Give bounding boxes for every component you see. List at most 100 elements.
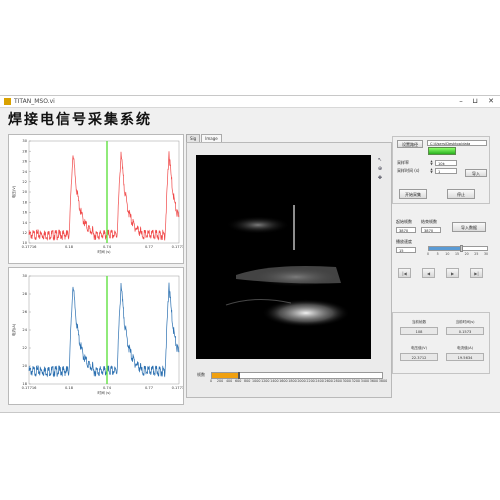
play-speed-slider-fill bbox=[429, 247, 461, 250]
frame-tick-label: 3600 bbox=[369, 379, 379, 383]
waveform-line bbox=[28, 151, 180, 241]
sample-time-label: 采样时间 (s) bbox=[397, 168, 420, 173]
stop-button[interactable]: 停止 bbox=[447, 189, 475, 199]
stats-group: 当前帧数 当前时间(s) 108 0.1573 电压值(V) 电流值(A) 22… bbox=[392, 312, 490, 374]
import-button-top[interactable]: 导入 bbox=[465, 169, 487, 177]
voltage-value-label: 电压值(V) bbox=[410, 346, 428, 350]
app-window: TITAN_MSO.vi – ⊔ ✕ 焊接电信号采集系统 30 28 26 24 22 2… bbox=[0, 95, 500, 413]
sample-rate-spinner-icon[interactable]: ▲ ▼ bbox=[429, 160, 434, 166]
play-tick-label: 10 bbox=[445, 252, 450, 256]
y-tick-label: 20 bbox=[22, 190, 27, 194]
voltage-value: 22.3712 bbox=[400, 353, 438, 361]
image-panel: ↖ ⊕ ✥ 帧数 0 200 400 600 800 1000 1200 1400 1600 18… bbox=[186, 142, 392, 398]
y-tick-label: 30 bbox=[22, 274, 27, 278]
x-axis-label: 时间 (s) bbox=[97, 390, 111, 395]
current-value-label: 电流值(A) bbox=[456, 346, 474, 350]
frame-tick-label: 1200 bbox=[261, 379, 270, 383]
start-frame-label: 起始帧数 bbox=[396, 219, 412, 224]
frame-tick-label: 2800 bbox=[333, 379, 342, 383]
frame-tick-label: 200 bbox=[216, 379, 224, 383]
y-tick-label: 26 bbox=[22, 310, 27, 314]
x-axis-label: 时间 (s) bbox=[97, 249, 111, 254]
prev-frame-button[interactable]: ◀ bbox=[422, 268, 435, 278]
y-tick-label: 12 bbox=[22, 231, 27, 235]
y-tick-label: 30 bbox=[22, 139, 27, 143]
play-tick-label: 25 bbox=[474, 252, 479, 256]
y-tick-label: 22 bbox=[22, 180, 27, 184]
waveform-line bbox=[28, 282, 180, 378]
current-frame-value: 108 bbox=[400, 327, 438, 335]
frame-slider-label: 帧数 bbox=[197, 372, 205, 377]
frame-tick-label: 2000 bbox=[297, 379, 306, 383]
set-path-button[interactable]: 设置路径 bbox=[397, 140, 423, 148]
y-axis-label: 电流(A) bbox=[11, 323, 16, 336]
x-tick-label: 0.17733 bbox=[172, 386, 183, 390]
frame-tick-label: 2200 bbox=[306, 379, 315, 383]
status-led bbox=[428, 147, 456, 155]
tab-image[interactable]: Image bbox=[201, 134, 222, 142]
minimize-button[interactable]: – bbox=[454, 96, 468, 107]
sample-time-field[interactable]: 1 bbox=[435, 168, 457, 174]
current-chart[interactable]: 30 28 26 24 22 20 18 电流(A) 0.17716 0.18 0.74 0.77 0.… bbox=[8, 267, 184, 405]
y-tick-label: 14 bbox=[22, 221, 27, 225]
frame-tick-label: 3200 bbox=[351, 379, 361, 383]
current-value: 19.5634 bbox=[446, 353, 484, 361]
x-tick-label: 0.18 bbox=[65, 245, 74, 249]
tab-sig[interactable]: Sig bbox=[186, 134, 201, 142]
last-frame-button[interactable]: ▶| bbox=[470, 268, 483, 278]
frame-slider-fill bbox=[212, 373, 238, 378]
frame-tick-label: 1000 bbox=[252, 379, 261, 383]
y-tick-label: 20 bbox=[22, 364, 27, 368]
end-frame-label: 结束帧数 bbox=[421, 219, 437, 224]
frame-tick-label: 3800 bbox=[378, 379, 388, 383]
control-panel: 设置路径 C:\Users\Desktop\data 采样率 ▲ ▼ 10k 导入… bbox=[392, 136, 492, 408]
y-tick-label: 26 bbox=[22, 160, 27, 164]
frame-tick-label: 1800 bbox=[288, 379, 297, 383]
frame-tick-label: 1600 bbox=[279, 379, 288, 383]
x-tick-label: 0.74 bbox=[103, 386, 112, 390]
frame-slider-thumb[interactable] bbox=[237, 372, 240, 379]
play-tick-label: 15 bbox=[454, 252, 460, 256]
close-button[interactable]: ✕ bbox=[484, 96, 498, 107]
save-path-field[interactable]: C:\Users\Desktop\data bbox=[427, 140, 487, 146]
sample-time-spinner-icon[interactable]: ▲ ▼ bbox=[429, 168, 434, 174]
first-frame-button[interactable]: |◀ bbox=[398, 268, 411, 278]
voltage-chart[interactable]: 30 28 26 24 22 20 18 16 14 12 10 电压(V) 0.17716 0.18 0.… bbox=[8, 134, 184, 264]
playback-group: 起始帧数 结束帧数 3870 3870 导入数据 播放速度 15 0 5 10 15 2… bbox=[392, 216, 490, 316]
frame-tick-label: 3000 bbox=[342, 379, 351, 383]
weld-pool-image[interactable] bbox=[196, 155, 371, 359]
restore-button[interactable]: ⊔ bbox=[468, 96, 482, 107]
y-tick-label: 16 bbox=[22, 211, 27, 215]
image-tools: ↖ ⊕ ✥ bbox=[377, 157, 385, 184]
sample-rate-label: 采样率 bbox=[397, 160, 409, 165]
play-tick-label: 5 bbox=[436, 252, 439, 256]
frame-tick-label: 0 bbox=[209, 379, 213, 383]
next-frame-button[interactable]: ▶ bbox=[446, 268, 459, 278]
play-speed-field[interactable]: 15 bbox=[396, 247, 416, 253]
x-tick-label: 0.17716 bbox=[22, 245, 38, 249]
x-tick-label: 0.17733 bbox=[172, 245, 183, 249]
x-tick-label: 0.18 bbox=[65, 386, 74, 390]
pointer-icon[interactable]: ↖ bbox=[377, 157, 383, 163]
window-titlebar: TITAN_MSO.vi – ⊔ ✕ bbox=[0, 96, 500, 108]
y-axis-label: 电压(V) bbox=[11, 185, 16, 198]
current-frame-label: 当前帧数 bbox=[411, 320, 427, 324]
start-acquisition-button[interactable]: 开始采集 bbox=[399, 189, 427, 199]
x-tick-label: 0.77 bbox=[145, 245, 153, 249]
y-tick-label: 24 bbox=[22, 170, 27, 174]
y-tick-label: 28 bbox=[22, 149, 27, 153]
play-speed-slider-thumb[interactable] bbox=[459, 245, 463, 252]
end-frame-field[interactable]: 3870 bbox=[421, 227, 441, 233]
import-data-button[interactable]: 导入数据 bbox=[452, 222, 486, 232]
start-frame-field[interactable]: 3870 bbox=[396, 227, 416, 233]
play-speed-slider[interactable] bbox=[428, 245, 488, 252]
zoom-icon[interactable]: ⊕ bbox=[377, 166, 383, 172]
frame-slider[interactable] bbox=[211, 372, 383, 379]
window-title: TITAN_MSO.vi bbox=[14, 98, 55, 105]
frame-tick-label: 800 bbox=[244, 379, 251, 383]
pan-icon[interactable]: ✥ bbox=[377, 175, 383, 181]
y-tick-label: 22 bbox=[22, 346, 27, 350]
x-tick-label: 0.17716 bbox=[22, 386, 38, 390]
play-tick-label: 30 bbox=[483, 252, 489, 256]
sample-rate-field[interactable]: 10k bbox=[435, 160, 457, 166]
